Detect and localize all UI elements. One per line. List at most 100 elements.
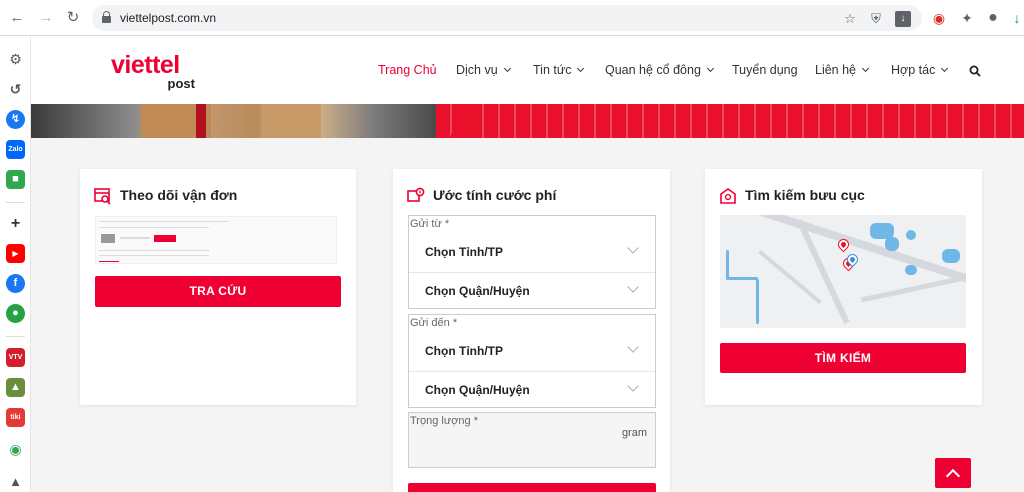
add-icon[interactable]: +	[6, 214, 25, 233]
estimate-title: Ước tính cước phí	[433, 187, 557, 203]
nav-item-news[interactable]: Tin tức	[533, 63, 585, 77]
banner-conveyor-image	[31, 104, 436, 138]
preview-line	[99, 255, 209, 256]
preview-button	[154, 235, 176, 242]
photo-app-icon[interactable]: ▲	[6, 378, 25, 397]
preview-line	[99, 221, 229, 222]
extension-target-icon[interactable]: ◉	[930, 9, 948, 27]
send-to-label: Gửi đến *	[410, 317, 458, 329]
download-icon[interactable]: ↓	[895, 11, 911, 27]
preview-link	[99, 261, 119, 262]
chevron-down-icon	[627, 281, 639, 293]
forward-arrow-icon[interactable]: →	[36, 8, 56, 28]
bell-icon[interactable]: ▲	[6, 472, 25, 491]
chevron-down-icon	[503, 64, 511, 73]
from-province-select[interactable]: Chọn Tỉnh/TP	[425, 245, 503, 259]
field-divider	[409, 371, 655, 372]
nav-item-home[interactable]: Trang Chủ	[378, 63, 437, 77]
preview-line	[99, 227, 209, 228]
chevron-down-icon	[706, 64, 714, 73]
scroll-to-top-button[interactable]	[935, 458, 971, 488]
estimate-submit-button[interactable]	[408, 483, 656, 492]
logo-sub-text: post	[167, 76, 195, 91]
zalo-icon[interactable]: Zalo	[6, 140, 25, 159]
send-from-label: Gửi từ *	[410, 218, 450, 230]
site-header: viettel post Trang Chủ Dịch vụ Tin tức Q…	[31, 36, 1024, 104]
map-river	[726, 250, 729, 280]
reload-icon[interactable]: ↻	[63, 8, 83, 28]
weight-unit: gram	[621, 427, 647, 439]
messenger-icon[interactable]: ↯	[6, 110, 25, 129]
tiki-icon[interactable]: tiki	[6, 408, 25, 427]
weight-field[interactable]: Trọng lượng * gram	[408, 412, 656, 468]
field-divider	[409, 272, 655, 273]
post-office-icon	[720, 188, 736, 204]
viettelpost-logo[interactable]: viettel post	[111, 52, 201, 92]
history-icon[interactable]: ↺	[6, 80, 25, 99]
vtv-icon[interactable]: VTV	[6, 348, 25, 367]
bookmark-star-icon[interactable]: ☆	[842, 11, 858, 27]
chevron-down-icon	[941, 64, 949, 73]
nav-item-partnership[interactable]: Hợp tác	[891, 63, 949, 77]
logo-main-text: viettel	[111, 51, 180, 79]
nav-item-services[interactable]: Dịch vụ	[456, 63, 511, 77]
tracking-preview-image	[95, 216, 337, 264]
preview-input	[120, 237, 150, 239]
map-pin-icon[interactable]: ◉	[6, 440, 25, 459]
nav-item-contact[interactable]: Liên hệ	[815, 63, 870, 77]
banner-tape-image	[196, 104, 206, 138]
estimate-card: Ước tính cước phí Gửi từ * Chọn Tỉnh/TP …	[393, 169, 670, 492]
chevron-down-icon	[627, 242, 639, 254]
nav-item-careers[interactable]: Tuyển dụng	[732, 63, 798, 77]
find-post-office-button[interactable]: TÌM KIẾM	[720, 343, 966, 373]
send-to-group: Gửi đến * Chọn Tỉnh/TP Chọn Quận/Huyện	[408, 314, 656, 408]
banner-parcel-image	[261, 104, 321, 138]
puzzle-icon[interactable]: ✦	[958, 9, 976, 27]
to-province-select[interactable]: Chọn Tỉnh/TP	[425, 344, 503, 358]
tracking-search-icon	[94, 188, 111, 205]
hero-banner	[31, 104, 1024, 138]
banner-divider	[436, 104, 476, 138]
main-content: Theo dõi vận đơn TRA CỨU Ước tính cước p…	[31, 138, 1024, 492]
youtube-icon[interactable]: ▶	[6, 244, 25, 263]
profile-icon[interactable]: ●	[984, 9, 1002, 27]
tracking-title: Theo dõi vận đơn	[120, 187, 238, 203]
map-lake	[942, 249, 960, 263]
chevron-down-icon	[861, 64, 870, 73]
chevron-down-icon	[627, 380, 639, 392]
address-bar[interactable]: viettelpost.com.vn ☆ ⛨ ↓	[92, 5, 922, 31]
browser-sidebar: ⚙ ↺ ↯ Zalo ■ + ▶ f ● VTV ▲ tiki ◉ ▲	[0, 36, 31, 492]
banner-red-pattern	[436, 104, 1024, 138]
shield-icon[interactable]: ⛨	[868, 11, 884, 27]
post-office-map[interactable]	[720, 215, 966, 328]
chevron-down-icon	[627, 341, 639, 353]
sidebar-divider	[6, 336, 25, 337]
from-district-select[interactable]: Chọn Quận/Huyện	[425, 284, 530, 298]
weight-label: Trọng lượng *	[410, 415, 478, 427]
tracking-card: Theo dõi vận đơn TRA CỨU	[80, 169, 356, 405]
map-lake	[905, 265, 917, 275]
estimate-box-icon	[407, 187, 425, 202]
preview-line	[99, 250, 209, 251]
to-district-select[interactable]: Chọn Quận/Huyện	[425, 383, 530, 397]
map-lake	[885, 237, 899, 251]
nav-item-investor-relations[interactable]: Quan hệ cổ đông	[605, 63, 714, 77]
post-office-title: Tìm kiếm bưu cục	[745, 187, 865, 203]
map-river	[728, 277, 758, 280]
map-river	[756, 279, 759, 324]
sidebar-divider	[6, 202, 25, 203]
gamepad-icon[interactable]: ■	[6, 170, 25, 189]
chat-app-icon[interactable]: ●	[6, 304, 25, 323]
lookup-button[interactable]: TRA CỨU	[95, 276, 341, 307]
back-arrow-icon[interactable]: ←	[7, 8, 27, 28]
chevron-down-icon	[577, 64, 585, 73]
search-icon[interactable]	[969, 65, 981, 77]
url-text[interactable]: viettelpost.com.vn	[120, 11, 216, 25]
facebook-icon[interactable]: f	[6, 274, 25, 293]
download-green-icon[interactable]: ↓	[1008, 9, 1024, 27]
map-lake	[906, 230, 916, 240]
preview-captcha	[101, 234, 115, 243]
browser-toolbar: ← → ↻ viettelpost.com.vn ☆ ⛨ ↓ ◉ ✦ ● ↓	[0, 0, 1024, 36]
post-office-card: Tìm kiếm bưu cục TÌM KIẾM	[705, 169, 982, 405]
settings-icon[interactable]: ⚙	[6, 50, 25, 69]
